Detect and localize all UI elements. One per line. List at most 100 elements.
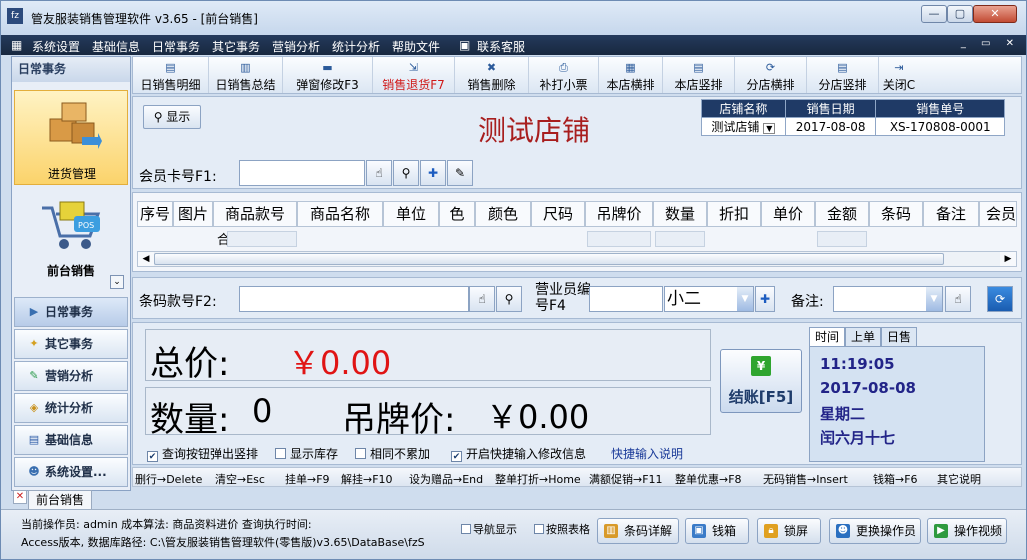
barcode-search-button[interactable]: ⚲: [496, 286, 522, 312]
tab-front-sales[interactable]: 前台销售: [28, 490, 92, 510]
nav-display-checkbox[interactable]: 导航显示: [461, 524, 531, 536]
remark-select[interactable]: ▼: [833, 286, 943, 312]
close-button[interactable]: ✕: [973, 5, 1017, 23]
sales-delete-button[interactable]: ✖ 销售删除: [455, 57, 529, 93]
close-icon[interactable]: ✕: [13, 490, 27, 504]
col-unit[interactable]: 单位: [383, 201, 439, 227]
scroll-left-icon[interactable]: ◀: [138, 252, 154, 266]
menu-statistics-analysis[interactable]: 统计分析: [332, 38, 380, 55]
col-unit-price[interactable]: 单价: [761, 201, 815, 227]
other-help-link[interactable]: 其它说明: [937, 471, 981, 486]
col-image[interactable]: 图片: [173, 201, 213, 227]
checkbox-icon[interactable]: [355, 448, 366, 459]
col-size[interactable]: 尺码: [531, 201, 585, 227]
col-discount[interactable]: 折扣: [707, 201, 761, 227]
store-vertical-button[interactable]: ▤ 本店竖排: [663, 57, 735, 93]
sidebar-expand-button[interactable]: ⌄: [110, 275, 124, 289]
horizontal-scrollbar[interactable]: ◀ ▶: [137, 251, 1017, 267]
col-product-name[interactable]: 商品名称: [297, 201, 383, 227]
window-title: 管友服装销售管理软件 v3.65 - [前台销售]: [31, 12, 258, 26]
popup-edit-button[interactable]: ▬ 弹窗修改F3: [283, 57, 373, 93]
col-amount[interactable]: 金额: [815, 201, 869, 227]
menu-daily-affairs[interactable]: 日常事务: [152, 38, 200, 55]
member-add-button[interactable]: ✚: [420, 160, 446, 186]
salesperson-add-button[interactable]: ✚: [755, 286, 775, 312]
salesperson-select[interactable]: 小二 ▼: [664, 286, 754, 312]
checkbox-icon[interactable]: ✔: [147, 451, 158, 462]
option-no-accumulate[interactable]: 相同不累加: [355, 445, 430, 462]
col-color[interactable]: 颜色: [475, 201, 531, 227]
col-seq[interactable]: 序号: [137, 201, 173, 227]
refresh-button[interactable]: ⟳: [987, 286, 1013, 312]
option-show-stock[interactable]: 显示库存: [275, 445, 338, 462]
sidebar-cat-daily[interactable]: ▶ 日常事务: [14, 297, 128, 327]
menu-app-icon[interactable]: ▦: [11, 38, 27, 52]
barcode-hand-button[interactable]: ☝: [469, 286, 495, 312]
sidebar-cat-marketing[interactable]: ✎ 营销分析: [14, 361, 128, 391]
minimize-button[interactable]: —: [921, 5, 947, 23]
menu-contact-support[interactable]: 联系客服: [477, 38, 525, 55]
checkbox-icon[interactable]: [461, 524, 471, 534]
sidebar-cat-system[interactable]: ☻ 系统设置...: [14, 457, 128, 487]
col-tag-price[interactable]: 吊牌价: [585, 201, 653, 227]
hand-select-button[interactable]: ☝: [366, 160, 392, 186]
checkbox-icon[interactable]: [275, 448, 286, 459]
branch-vertical-button[interactable]: ▤ 分店竖排: [807, 57, 879, 93]
member-edit-button[interactable]: ✎: [447, 160, 473, 186]
col-color-code[interactable]: 色: [439, 201, 475, 227]
salesperson-code-input[interactable]: [589, 286, 663, 312]
change-operator-button[interactable]: ☻ 更换操作员: [829, 518, 921, 544]
col-quantity[interactable]: 数量: [653, 201, 707, 227]
sidebar-cat-other[interactable]: ✦ 其它事务: [14, 329, 128, 359]
tab-last-order[interactable]: 上单: [845, 327, 881, 347]
col-barcode[interactable]: 条码: [869, 201, 923, 227]
maximize-button[interactable]: ▢: [947, 5, 973, 23]
table-checkbox[interactable]: 按照表格: [534, 524, 596, 536]
close-tab-button[interactable]: ⇥ 关闭C: [879, 57, 919, 93]
menu-system-settings[interactable]: 系统设置: [32, 38, 80, 55]
boxes-icon: [49, 102, 102, 149]
barcode-detail-button[interactable]: ▥ 条码详解: [597, 518, 679, 544]
tab-time[interactable]: 时间: [809, 327, 845, 347]
member-card-input[interactable]: [239, 160, 365, 186]
checkbox-icon[interactable]: [534, 524, 544, 534]
store-name-select[interactable]: 测试店铺 ▼: [701, 117, 786, 136]
remark-hand-button[interactable]: ☝: [945, 286, 971, 312]
chevron-down-icon[interactable]: ▼: [737, 287, 753, 311]
store-horizontal-button[interactable]: ▦ 本店横排: [599, 57, 663, 93]
col-style-no[interactable]: 商品款号: [213, 201, 297, 227]
show-button[interactable]: ⚲ 显示: [143, 105, 201, 129]
chevron-down-icon[interactable]: ▼: [926, 287, 942, 311]
daily-sales-detail-button[interactable]: ▤ 日销售明细: [133, 57, 209, 93]
menu-help-file[interactable]: 帮助文件: [392, 38, 440, 55]
menu-other-affairs[interactable]: 其它事务: [212, 38, 260, 55]
mdi-window-controls[interactable]: _ ▭ ✕: [961, 38, 1020, 49]
checkout-button[interactable]: ¥ 结账[F5]: [720, 349, 802, 413]
sales-return-button[interactable]: ⇲ 销售退货F7: [373, 57, 455, 93]
daily-sales-summary-button[interactable]: ▥ 日销售总结: [209, 57, 283, 93]
checkbox-icon[interactable]: ✔: [451, 451, 462, 462]
scroll-thumb[interactable]: [154, 253, 944, 265]
scroll-right-icon[interactable]: ▶: [1000, 252, 1016, 266]
barcode-label: 条码款号F2:: [139, 294, 217, 310]
barcode-input[interactable]: [239, 286, 469, 312]
cash-drawer-button[interactable]: ▣ 钱箱: [685, 518, 749, 544]
hand-icon: ☝: [375, 166, 383, 180]
branch-horizontal-button[interactable]: ⟳ 分店横排: [735, 57, 807, 93]
col-member[interactable]: 会员: [979, 201, 1017, 227]
lock-screen-button[interactable]: 🔒︎ 锁屏: [757, 518, 821, 544]
menu-basic-info[interactable]: 基础信息: [92, 38, 140, 55]
reprint-receipt-button[interactable]: ⎙ 补打小票: [529, 57, 599, 93]
option-quick-input[interactable]: ✔ 开启快捷输入修改信息: [451, 445, 586, 462]
tutorial-video-button[interactable]: ▶ 操作视频: [927, 518, 1007, 544]
sidebar-cat-basic[interactable]: ▤ 基础信息: [14, 425, 128, 455]
col-remark[interactable]: 备注: [923, 201, 979, 227]
menu-marketing-analysis[interactable]: 营销分析: [272, 38, 320, 55]
option-popup-vertical[interactable]: ✔ 查询按钮弹出竖排: [147, 445, 258, 462]
member-search-button[interactable]: ⚲: [393, 160, 419, 186]
sidebar-item-purchase[interactable]: 进货管理: [14, 90, 128, 185]
sidebar-cat-statistics[interactable]: ◈ 统计分析: [14, 393, 128, 423]
sidebar-item-front-sales[interactable]: POS 前台销售: [14, 192, 128, 282]
quick-input-help-link[interactable]: 快捷输入说明: [611, 445, 683, 462]
tab-daily-sales[interactable]: 日售: [881, 327, 917, 347]
